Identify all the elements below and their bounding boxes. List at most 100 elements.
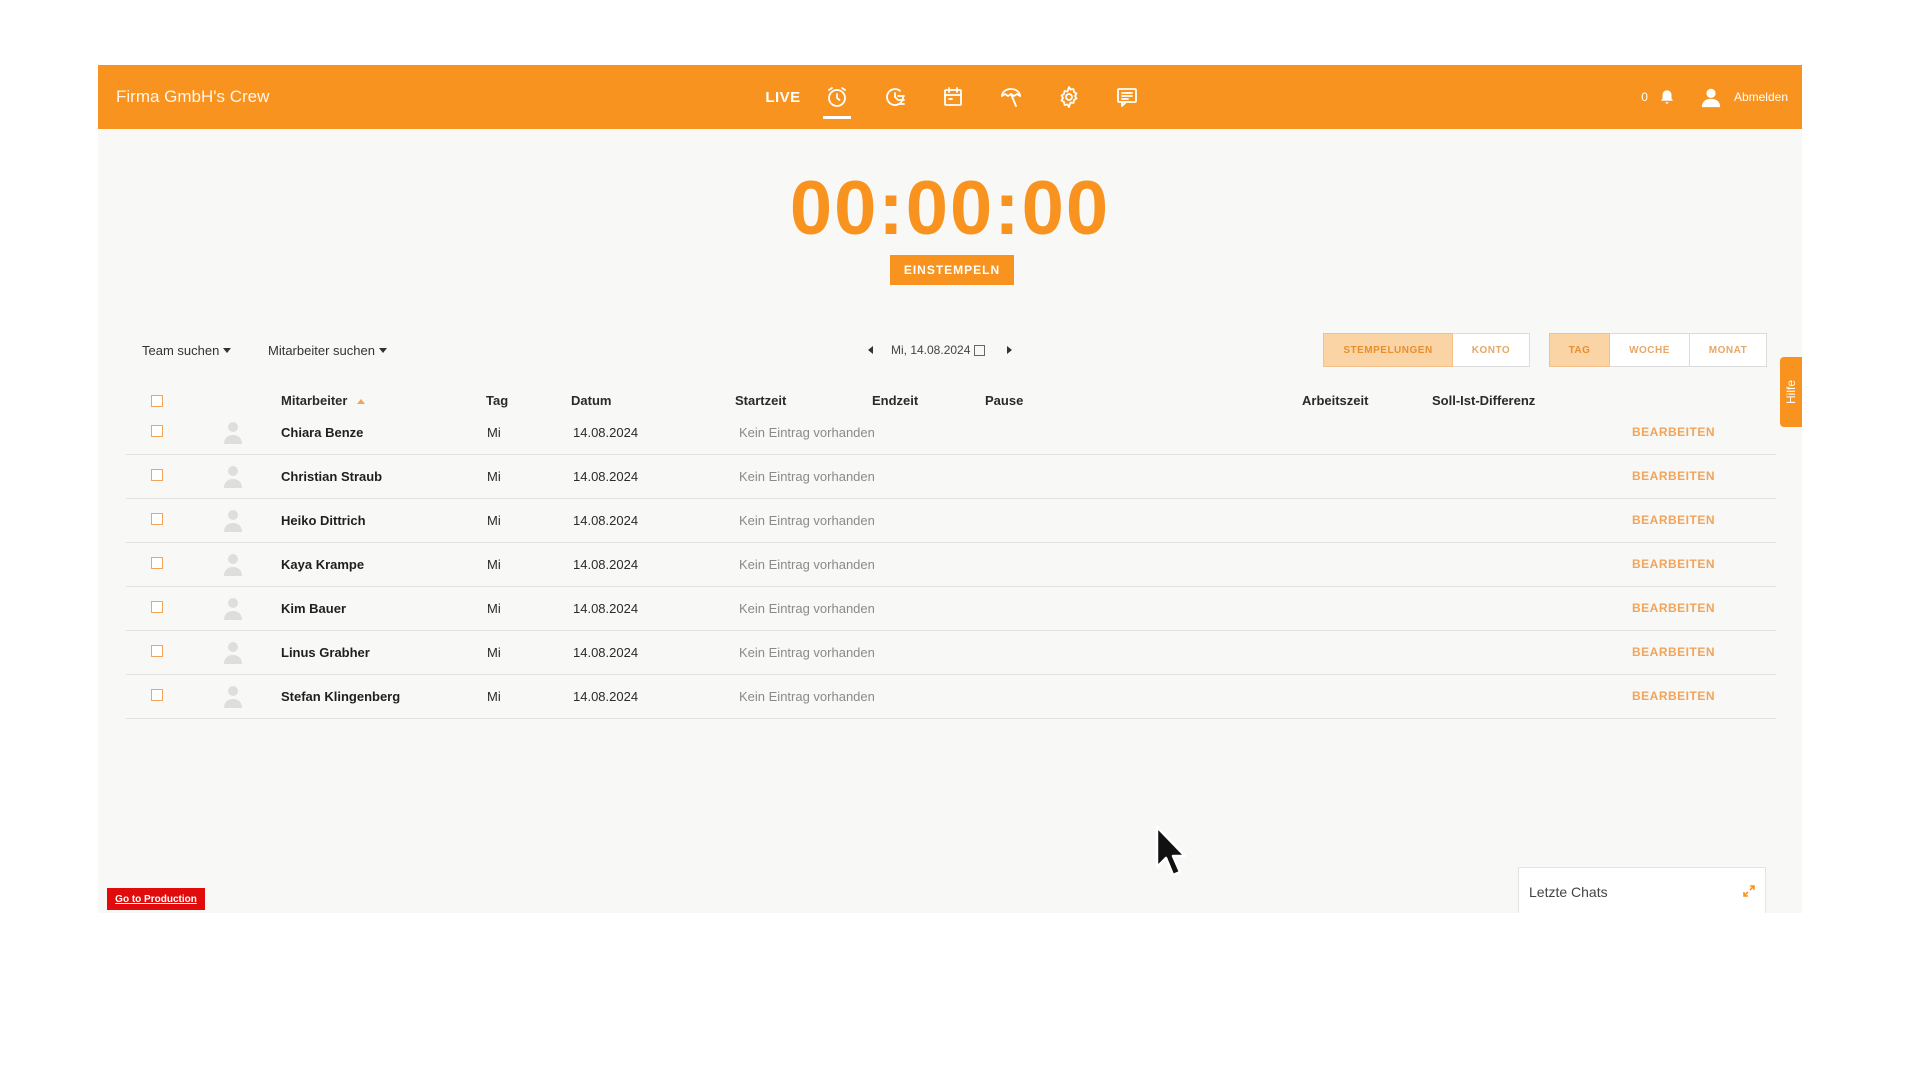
- employee-name: Kim Bauer: [281, 601, 347, 616]
- header-date: Datum: [571, 393, 612, 408]
- row-checkbox[interactable]: [151, 645, 163, 657]
- user-placeholder-icon: [224, 554, 242, 576]
- gear-icon: [1060, 86, 1078, 108]
- next-day-icon[interactable]: [1007, 346, 1013, 354]
- table-row: Christian Straub Mi 14.08.2024 Kein Eint…: [126, 455, 1776, 499]
- row-status: Kein Eintrag vorhanden: [739, 469, 875, 484]
- recent-chats-title: Letzte Chats: [1529, 884, 1608, 900]
- table-row: Stefan Klingenberg Mi 14.08.2024 Kein Ei…: [126, 675, 1776, 719]
- tab-month[interactable]: MONAT: [1690, 333, 1767, 367]
- user-placeholder-icon: [224, 686, 242, 708]
- edit-button[interactable]: BEARBEITEN: [1632, 601, 1715, 615]
- header-day: Tag: [486, 393, 509, 408]
- row-status: Kein Eintrag vorhanden: [739, 557, 875, 572]
- tab-day[interactable]: TAG: [1549, 333, 1610, 367]
- team-search-label: Team suchen: [142, 343, 220, 358]
- edit-button[interactable]: BEARBEITEN: [1632, 689, 1715, 703]
- employee-name: Christian Straub: [281, 469, 383, 484]
- user-placeholder-icon: [224, 466, 242, 488]
- avatar: [223, 684, 243, 708]
- prev-day-icon[interactable]: [868, 346, 873, 354]
- avatar: [223, 640, 243, 664]
- avatar: [223, 596, 243, 620]
- user-placeholder-icon: [224, 642, 242, 664]
- nav-time-list[interactable]: [866, 65, 924, 129]
- edit-button[interactable]: BEARBEITEN: [1632, 645, 1715, 659]
- row-checkbox[interactable]: [151, 601, 163, 613]
- mouse-cursor-icon: [1155, 825, 1187, 877]
- table-row: Heiko Dittrich Mi 14.08.2024 Kein Eintra…: [126, 499, 1776, 543]
- main-nav: LIVE: [758, 65, 1156, 129]
- bell-icon[interactable]: [1658, 88, 1676, 106]
- row-checkbox[interactable]: [151, 513, 163, 525]
- row-status: Kein Eintrag vorhanden: [739, 425, 875, 440]
- caret-down-icon: [223, 348, 232, 353]
- nav-live[interactable]: LIVE: [758, 65, 808, 129]
- tab-stamps[interactable]: STEMPELUNGEN: [1323, 333, 1453, 367]
- go-to-production-button[interactable]: Go to Production: [107, 888, 205, 910]
- row-checkbox[interactable]: [151, 689, 163, 701]
- employee-table-body: Chiara Benze Mi 14.08.2024 Kein Eintrag …: [126, 411, 1776, 719]
- row-day: Mi: [487, 689, 501, 704]
- row-checkbox[interactable]: [151, 557, 163, 569]
- avatar: [223, 420, 243, 444]
- top-right-actions: 0 Abmelden: [1641, 65, 1788, 129]
- user-placeholder-icon: [224, 422, 242, 444]
- nav-timeclock[interactable]: [808, 65, 866, 129]
- recent-chats-panel[interactable]: Letzte Chats: [1518, 867, 1766, 913]
- user-placeholder-icon: [224, 598, 242, 620]
- employee-name: Stefan Klingenberg: [281, 689, 401, 704]
- row-date: 14.08.2024: [573, 645, 639, 660]
- calendar-picker-icon[interactable]: [974, 344, 986, 356]
- user-avatar-icon[interactable]: [1700, 86, 1722, 108]
- nav-calendar[interactable]: [924, 65, 982, 129]
- employee-name: Chiara Benze: [281, 425, 364, 440]
- select-all-checkbox[interactable]: [151, 395, 163, 407]
- row-date: 14.08.2024: [573, 469, 639, 484]
- row-status: Kein Eintrag vorhanden: [739, 513, 875, 528]
- avatar: [223, 552, 243, 576]
- user-placeholder-icon: [224, 510, 242, 532]
- view-toggle: STEMPELUNGEN KONTO: [1323, 333, 1530, 367]
- tab-account[interactable]: KONTO: [1453, 333, 1530, 367]
- nav-messages[interactable]: [1098, 65, 1156, 129]
- header-start: Startzeit: [735, 393, 787, 408]
- header-diff: Soll-Ist-Differenz: [1432, 393, 1536, 408]
- employee-name: Linus Grabher: [281, 645, 370, 660]
- header-employee-label: Mitarbeiter: [281, 393, 348, 408]
- expand-icon[interactable]: [1743, 884, 1755, 897]
- team-search-dropdown[interactable]: Team suchen: [142, 343, 232, 358]
- employee-name: Kaya Krampe: [281, 557, 365, 572]
- employee-search-dropdown[interactable]: Mitarbeiter suchen: [268, 343, 387, 358]
- logout-link[interactable]: Abmelden: [1734, 90, 1788, 104]
- tab-week[interactable]: WOCHE: [1610, 333, 1690, 367]
- nav-vacation[interactable]: [982, 65, 1040, 129]
- clock-list-icon: [886, 88, 905, 106]
- employee-search-label: Mitarbeiter suchen: [268, 343, 375, 358]
- clock-in-button[interactable]: EINSTEMPELN: [890, 255, 1014, 285]
- notification-count: 0: [1641, 90, 1648, 104]
- top-navigation-bar: Firma GmbH's Crew LIVE 0 Abmelden: [98, 65, 1802, 129]
- edit-button[interactable]: BEARBEITEN: [1632, 425, 1715, 439]
- row-date: 14.08.2024: [573, 689, 639, 704]
- row-status: Kein Eintrag vorhanden: [739, 645, 875, 660]
- row-checkbox[interactable]: [151, 469, 163, 481]
- current-date[interactable]: Mi, 14.08.2024: [891, 343, 970, 357]
- row-day: Mi: [487, 601, 501, 616]
- header-end: Endzeit: [872, 393, 919, 408]
- row-date: 14.08.2024: [573, 425, 639, 440]
- header-employee[interactable]: Mitarbeiter: [281, 393, 366, 408]
- date-navigator: Mi, 14.08.2024: [868, 343, 1013, 357]
- edit-button[interactable]: BEARBEITEN: [1632, 513, 1715, 527]
- sort-ascending-icon: [357, 399, 366, 405]
- table-row: Chiara Benze Mi 14.08.2024 Kein Eintrag …: [126, 411, 1776, 455]
- row-day: Mi: [487, 425, 501, 440]
- row-checkbox[interactable]: [151, 425, 163, 437]
- employee-name: Heiko Dittrich: [281, 513, 366, 528]
- chat-bubble-icon: [1117, 88, 1137, 107]
- avatar: [223, 464, 243, 488]
- edit-button[interactable]: BEARBEITEN: [1632, 469, 1715, 483]
- table-row: Kaya Krampe Mi 14.08.2024 Kein Eintrag v…: [126, 543, 1776, 587]
- nav-settings[interactable]: [1040, 65, 1098, 129]
- edit-button[interactable]: BEARBEITEN: [1632, 557, 1715, 571]
